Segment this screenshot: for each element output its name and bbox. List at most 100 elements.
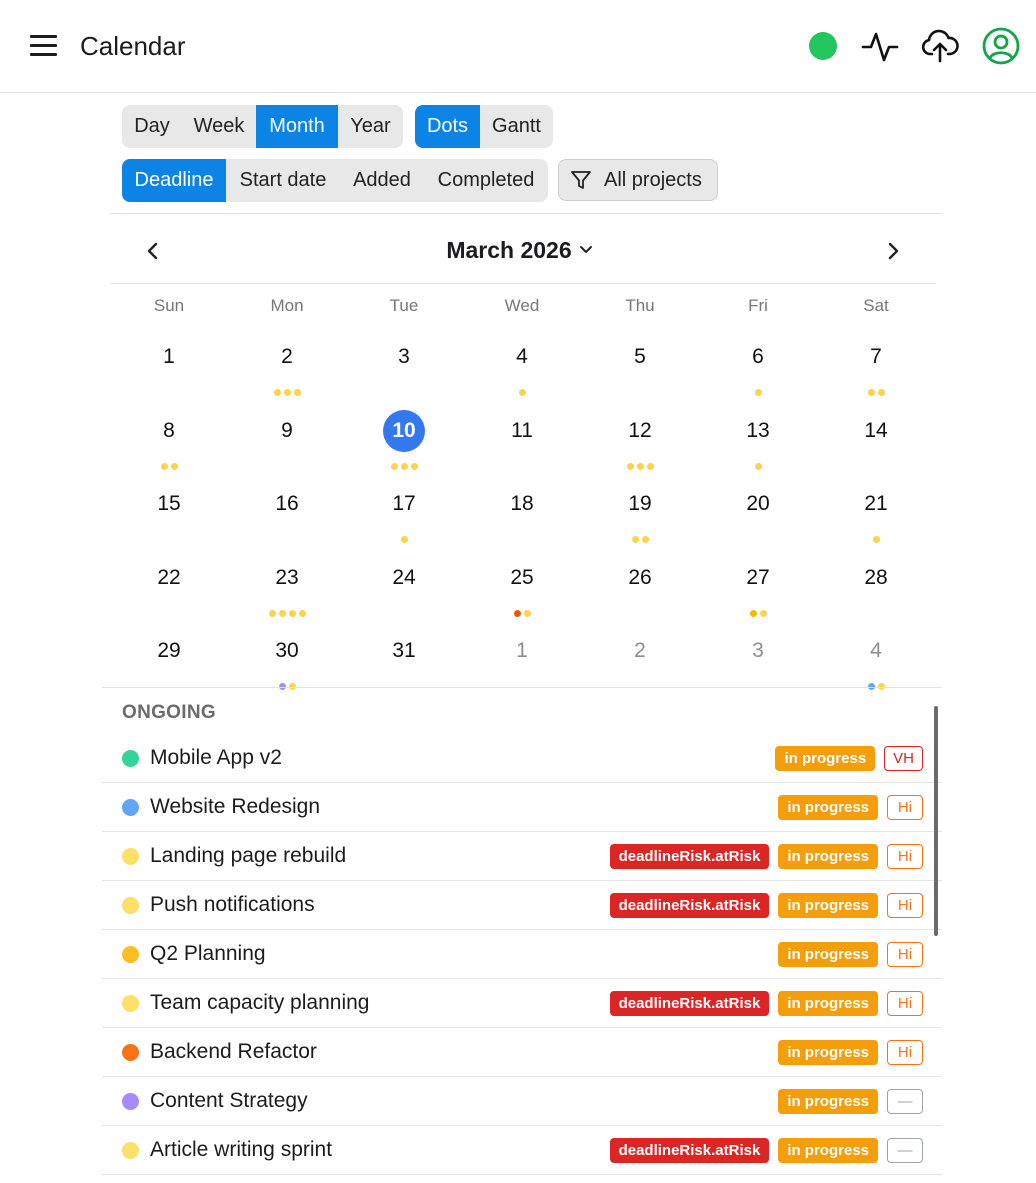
calendar-day[interactable]: 5 — [581, 331, 699, 397]
calendar-day[interactable]: 1 — [110, 331, 228, 397]
calendar-day[interactable]: 4 — [463, 331, 581, 397]
filter-completed-button[interactable]: Completed — [424, 159, 548, 202]
calendar-day[interactable]: 14 — [817, 405, 935, 471]
calendar-day[interactable]: 24 — [345, 552, 463, 618]
calendar-day[interactable]: 19 — [581, 478, 699, 544]
calendar-day[interactable]: 3 — [345, 331, 463, 397]
chevron-right-icon — [888, 242, 899, 260]
task-dot — [749, 610, 757, 617]
filter-added-button[interactable]: Added — [340, 159, 424, 202]
calendar-day[interactable]: 22 — [110, 552, 228, 618]
task-dot — [872, 536, 880, 543]
calendar-day[interactable]: 27 — [699, 552, 817, 618]
next-month-button[interactable] — [878, 236, 908, 266]
status-badge: in progress — [778, 1040, 878, 1065]
view-week-button[interactable]: Week — [182, 105, 256, 148]
calendar-day[interactable]: 16 — [228, 478, 346, 544]
calendar-day[interactable]: 13 — [699, 405, 817, 471]
task-dots — [581, 536, 699, 543]
activity-icon[interactable] — [860, 26, 900, 66]
task-dot — [523, 610, 531, 617]
day-number: 1 — [163, 345, 175, 368]
calendar-day-today[interactable]: 10 — [345, 405, 463, 471]
task-dots — [228, 463, 346, 469]
filter-deadline-button[interactable]: Deadline — [122, 159, 226, 202]
calendar-day[interactable]: 26 — [581, 552, 699, 618]
divider — [102, 687, 942, 688]
calendar-day[interactable]: 29 — [110, 625, 228, 691]
task-dot — [877, 389, 885, 396]
calendar-day[interactable]: 15 — [110, 478, 228, 544]
day-number: 28 — [864, 566, 888, 589]
calendar-day[interactable]: 17 — [345, 478, 463, 544]
day-number: 13 — [746, 419, 770, 442]
divider — [110, 213, 942, 214]
task-dots — [110, 536, 228, 542]
calendar-day[interactable]: 7 — [817, 331, 935, 397]
project-color-dot — [122, 1142, 139, 1159]
day-number: 17 — [392, 492, 416, 515]
calendar-day[interactable]: 30 — [228, 625, 346, 691]
status-badge: in progress — [775, 746, 876, 771]
deadline-risk-badge: deadlineRisk.atRisk — [609, 1138, 770, 1163]
calendar-day[interactable]: 12 — [581, 405, 699, 471]
day-number: 4 — [516, 345, 528, 368]
calendar-day[interactable]: 1 — [463, 625, 581, 691]
calendar-day[interactable]: 20 — [699, 478, 817, 544]
calendar-day[interactable]: 4 — [817, 625, 935, 691]
task-dot — [410, 463, 418, 470]
task-dot — [293, 389, 301, 396]
task-row[interactable]: Team capacity planning deadlineRisk.atRis… — [102, 979, 942, 1028]
task-row[interactable]: Mobile App v2 in progress VH — [102, 734, 942, 783]
list-scrollbar[interactable] — [934, 706, 938, 936]
day-number: 7 — [870, 345, 882, 368]
project-filter-label: All projects — [604, 169, 702, 191]
calendar-day[interactable]: 11 — [463, 405, 581, 471]
display-gantt-button[interactable]: Gantt — [480, 105, 553, 148]
task-dot — [400, 463, 408, 470]
calendar-day[interactable]: 2 — [228, 331, 346, 397]
month-picker[interactable]: March 2026 — [400, 234, 640, 268]
view-day-button[interactable]: Day — [122, 105, 182, 148]
view-year-button[interactable]: Year — [338, 105, 403, 148]
task-row[interactable]: Backend Refactor in progress Hi — [102, 1028, 942, 1077]
calendar-day[interactable]: 18 — [463, 478, 581, 544]
calendar-day[interactable]: 21 — [817, 478, 935, 544]
deadline-risk-badge: deadlineRisk.atRisk — [609, 844, 770, 869]
task-dot — [641, 536, 649, 543]
task-row[interactable]: Q2 Planning in progress Hi — [102, 930, 942, 979]
account-icon[interactable] — [981, 26, 1021, 66]
priority-badge: — — [887, 1089, 923, 1114]
day-number: 19 — [628, 492, 652, 515]
calendar-day[interactable]: 3 — [699, 625, 817, 691]
filter-start-date-button[interactable]: Start date — [226, 159, 340, 202]
calendar-day[interactable]: 8 — [110, 405, 228, 471]
priority-badge: — — [887, 1138, 923, 1163]
task-row[interactable]: Article writing sprint deadlineRisk.atRis… — [102, 1126, 942, 1175]
calendar-day[interactable]: 28 — [817, 552, 935, 618]
task-name: Article writing sprint — [150, 1138, 333, 1161]
display-dots-button[interactable]: Dots — [415, 105, 480, 148]
menu-icon[interactable] — [28, 31, 60, 61]
display-mode-selector: Dots Gantt — [415, 105, 553, 148]
calendar-day[interactable]: 2 — [581, 625, 699, 691]
task-row[interactable]: Push notifications deadlineRisk.atRisk in … — [102, 881, 942, 930]
prev-month-button[interactable] — [138, 236, 168, 266]
calendar-day[interactable]: 6 — [699, 331, 817, 397]
view-month-button[interactable]: Month — [256, 105, 338, 148]
project-filter-button[interactable]: All projects — [558, 159, 718, 201]
cloud-upload-icon[interactable] — [920, 26, 960, 66]
calendar-day[interactable]: 9 — [228, 405, 346, 471]
task-dot — [390, 463, 398, 470]
task-row[interactable]: Content Strategy in progress — — [102, 1077, 942, 1126]
task-dot — [298, 610, 306, 617]
task-row[interactable]: Landing page rebuild deadlineRisk.atRisk i… — [102, 832, 942, 881]
calendar-day[interactable]: 23 — [228, 552, 346, 618]
weekday-label: Thu — [625, 296, 655, 315]
ongoing-section-label: ONGOING — [122, 702, 216, 723]
task-row[interactable]: Website Redesign in progress Hi — [102, 783, 942, 832]
task-dots — [699, 683, 817, 689]
task-dots — [463, 389, 581, 396]
calendar-day[interactable]: 25 — [463, 552, 581, 618]
calendar-day[interactable]: 31 — [345, 625, 463, 691]
